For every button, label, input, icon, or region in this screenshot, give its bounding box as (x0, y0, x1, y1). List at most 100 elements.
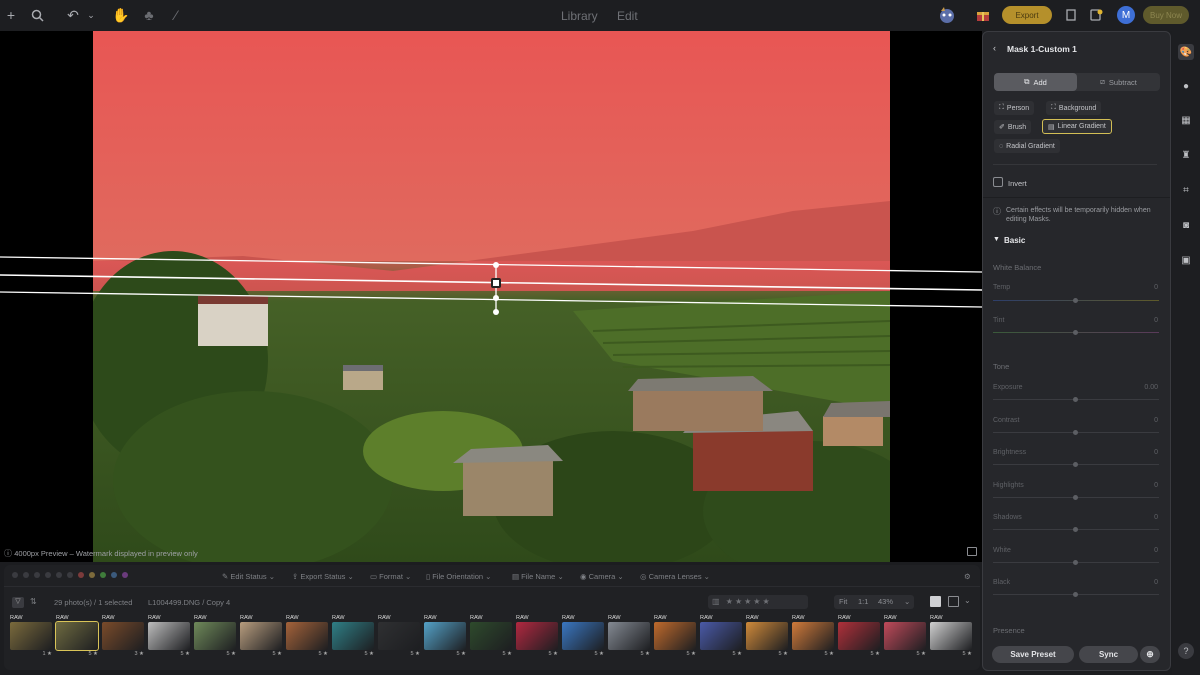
highlights-value[interactable]: 0 (1154, 482, 1158, 489)
thumbnail[interactable]: RAW 5 ★ (240, 615, 282, 665)
brightness-value[interactable]: 0 (1154, 449, 1158, 456)
temp-slider-knob[interactable] (1073, 298, 1078, 303)
filter-camera[interactable]: ◉ Camera ⌄ (580, 572, 624, 581)
palette-icon[interactable]: 🎨 (1178, 44, 1194, 60)
retouch-tool-icon[interactable]: ♣ (140, 6, 158, 24)
zoom-fit[interactable]: Fit (839, 595, 847, 609)
hand-tool-icon[interactable]: ✋ (112, 6, 130, 24)
zoom-chevron-icon[interactable]: ⌄ (904, 595, 910, 609)
help-icon[interactable]: ? (1178, 643, 1194, 659)
brightness-slider-knob[interactable] (1073, 462, 1078, 467)
linear-gradient-overlay[interactable] (0, 31, 982, 562)
brush-mask-chip[interactable]: ✐ Brush (994, 120, 1032, 134)
thumbnail[interactable]: RAW 1 ★ (10, 615, 52, 665)
radial-gradient-mask-chip[interactable]: ◌ Radial Gradient (994, 139, 1060, 153)
thumbnail[interactable]: RAW 5 ★ (148, 615, 190, 665)
thumbnail[interactable]: RAW 5 ★ (838, 615, 880, 665)
photo-canvas[interactable] (0, 31, 982, 562)
undo-icon[interactable]: ↶ (64, 6, 82, 24)
shadows-slider-knob[interactable] (1073, 527, 1078, 532)
contrast-slider-knob[interactable] (1073, 429, 1078, 435)
zoom-control[interactable]: Fit 1:1 43% ⌄ (834, 595, 914, 609)
highlights-slider-knob[interactable] (1073, 494, 1078, 500)
thumbnail[interactable]: RAW 5 ★ (884, 615, 926, 665)
add-icon[interactable]: + (2, 6, 20, 24)
thumbnail[interactable]: RAW 5 ★ (470, 615, 512, 665)
exposure-slider-knob[interactable] (1073, 397, 1078, 402)
shadows-value[interactable]: 0 (1154, 514, 1158, 521)
notification-icon[interactable] (1087, 6, 1105, 24)
folder-icon[interactable]: ▣ (1179, 253, 1193, 267)
sync-button[interactable]: Sync (1079, 646, 1138, 663)
filter-camera-lenses[interactable]: ◎ Camera Lenses ⌄ (640, 572, 710, 581)
filter-format[interactable]: ▭ Format ⌄ (370, 572, 411, 581)
mode-edit[interactable]: Edit (617, 9, 638, 23)
shirt-icon[interactable]: ♜ (1179, 148, 1193, 162)
film-icon[interactable]: ▦ (1179, 113, 1193, 127)
filter-edit-status[interactable]: ✎ Edit Status ⌄ (222, 572, 275, 581)
thumbnail[interactable]: RAW 5 ★ (746, 615, 788, 665)
rating-filter[interactable]: ▥ ★★★★★ (708, 595, 808, 609)
contrast-value[interactable]: 0 (1154, 417, 1158, 424)
zoom-percent[interactable]: 43% (878, 595, 893, 609)
filter-export-status[interactable]: ⇪ Export Status ⌄ (292, 572, 354, 581)
filter-file-orientation[interactable]: ▯ File Orientation ⌄ (426, 572, 491, 581)
add-mode-button[interactable]: ⧉ Add (994, 73, 1077, 91)
thumbnail[interactable]: RAW 3 ★ (102, 615, 144, 665)
invert-checkbox[interactable] (993, 177, 1003, 187)
tint-slider-knob[interactable] (1073, 330, 1078, 335)
section-basic[interactable]: Basic (1004, 236, 1025, 245)
thumbnail[interactable]: RAW 5 ★ (700, 615, 742, 665)
thumbnail[interactable]: RAW 5 ★ (286, 615, 328, 665)
thumbnail[interactable]: RAW 5 ★ (332, 615, 374, 665)
linear-gradient-mask-chip[interactable]: ▤ Linear Gradient (1042, 119, 1112, 134)
camera-icon[interactable]: ◙ (1179, 218, 1193, 232)
sort-icon[interactable]: ⇅ (30, 597, 37, 606)
temp-value[interactable]: 0 (1154, 284, 1158, 291)
user-avatar[interactable]: M (1117, 6, 1135, 24)
filter-funnel-icon[interactable]: ▽ (12, 597, 24, 608)
gradient-center-handle[interactable] (491, 278, 501, 288)
mode-library[interactable]: Library (561, 9, 598, 23)
compare-layout-icon[interactable] (948, 596, 959, 607)
document-icon[interactable] (1062, 6, 1080, 24)
black-value[interactable]: 0 (1154, 579, 1158, 586)
person-mask-chip[interactable]: ⛶ Person (994, 101, 1035, 115)
compare-view-icon[interactable] (967, 547, 977, 556)
thumbnail[interactable]: RAW 5 ★ (516, 615, 558, 665)
black-slider-knob[interactable] (1073, 592, 1078, 597)
buy-now-button[interactable]: Buy Now (1143, 6, 1189, 24)
thumbnail[interactable]: RAW 5 ★ (194, 615, 236, 665)
grid-view-icon[interactable] (930, 596, 941, 607)
eraser-tool-icon[interactable]: ⁄ (167, 6, 185, 24)
zoom-1-1[interactable]: 1:1 (858, 595, 868, 609)
search-icon[interactable] (28, 6, 46, 24)
tint-value[interactable]: 0 (1154, 317, 1158, 324)
layout-chevron-icon[interactable]: ⌄ (964, 596, 971, 605)
exposure-value[interactable]: 0.00 (1144, 384, 1158, 391)
thumbnail[interactable]: RAW 5 ★ (930, 615, 972, 665)
basic-collapse-icon[interactable]: ▼ (993, 236, 1000, 243)
face-retouch-icon[interactable]: ● (1179, 79, 1193, 93)
export-button[interactable]: Export (1002, 6, 1052, 24)
white-slider-knob[interactable] (1073, 559, 1078, 565)
color-label-filters[interactable] (12, 572, 128, 578)
background-mask-chip[interactable]: ⛶ Background (1046, 101, 1102, 115)
gradient-top-handle[interactable] (493, 262, 499, 268)
thumbnail[interactable]: RAW 5 ★ (378, 615, 420, 665)
subtract-mode-button[interactable]: ⧄ Subtract (1077, 73, 1160, 91)
filter-settings-icon[interactable]: ⚙ (964, 572, 971, 581)
gift-icon[interactable] (974, 6, 992, 24)
thumbnail[interactable]: RAW 5 ★ (562, 615, 604, 665)
gradient-rotate-handle[interactable] (493, 295, 499, 301)
gradient-bottom-handle[interactable] (493, 309, 499, 315)
thumbnail[interactable]: RAW 5 ★ (424, 615, 466, 665)
thumbnail[interactable]: RAW 5 ★ (654, 615, 696, 665)
thumbnail[interactable]: RAW 5 ★ (55, 615, 99, 665)
white-value[interactable]: 0 (1154, 547, 1158, 554)
save-preset-button[interactable]: Save Preset (992, 646, 1074, 663)
back-chevron-icon[interactable]: ‹ (993, 43, 996, 53)
undo-history-chevron-icon[interactable]: ⌄ (82, 6, 100, 24)
filter-file-name[interactable]: ▤ File Name ⌄ (512, 572, 564, 581)
thumbnail[interactable]: RAW 5 ★ (792, 615, 834, 665)
